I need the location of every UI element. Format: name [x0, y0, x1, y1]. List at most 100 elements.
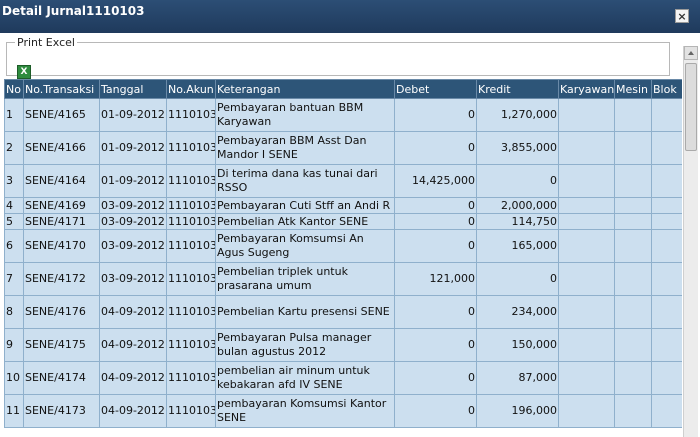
col-no-akun-cell: 1110103 [166, 213, 216, 230]
col-tanggal-cell: 04-09-2012 [99, 394, 167, 428]
col-keterangan-header[interactable]: Keterangan [215, 79, 395, 99]
col-tanggal-cell: 03-09-2012 [99, 229, 167, 263]
excel-export-icon[interactable]: X [17, 65, 31, 79]
col-keterangan-cell: Pembayaran bantuan BBM Karyawan [215, 98, 395, 132]
col-tanggal-cell: 04-09-2012 [99, 328, 167, 362]
col-no-transaksi-cell: SENE/4169 [23, 197, 100, 214]
col-kredit-cell: 3,855,000 [476, 131, 559, 165]
col-no-transaksi-cell: SENE/4174 [23, 361, 100, 395]
col-blok-header[interactable]: Blok [651, 79, 682, 99]
table-row[interactable]: 11 SENE/4173 04-09-2012 1110103 pembayaran K… [4, 394, 682, 428]
col-kredit-cell: 150,000 [476, 328, 559, 362]
vertical-scrollbar[interactable] [683, 46, 698, 437]
close-icon[interactable]: × [675, 9, 689, 23]
col-no-header[interactable]: No [4, 79, 24, 99]
col-kredit-cell: 1,270,000 [476, 98, 559, 132]
col-blok-cell [651, 229, 682, 263]
col-karyawan-cell [558, 98, 615, 132]
col-blok-cell [651, 361, 682, 395]
col-tanggal-cell: 01-09-2012 [99, 131, 167, 165]
col-tanggal-cell: 01-09-2012 [99, 164, 167, 198]
col-kredit-cell: 114,750 [476, 213, 559, 230]
col-debet-header[interactable]: Debet [394, 79, 477, 99]
window-content: Print Excel X No No.Transaksi Tanggal No.Ak… [0, 33, 700, 437]
col-no-transaksi-header[interactable]: No.Transaksi [23, 79, 100, 99]
col-no-transaksi-cell: SENE/4170 [23, 229, 100, 263]
col-keterangan-cell: Pembayaran BBM Asst Dan Mandor I SENE [215, 131, 395, 165]
col-no-transaksi-cell: SENE/4165 [23, 98, 100, 132]
col-karyawan-cell [558, 131, 615, 165]
journal-table: No No.Transaksi Tanggal No.Akun Keterangan De… [4, 79, 682, 428]
col-debet-cell: 0 [394, 295, 477, 329]
col-no-akun-cell: 1110103 [166, 361, 216, 395]
col-mesin-cell [614, 394, 652, 428]
col-keterangan-cell: pembayaran Komsumsi Kantor SENE [215, 394, 395, 428]
col-no-cell: 3 [4, 164, 24, 198]
table-row[interactable]: 8 SENE/4176 04-09-2012 1110103 Pembelian Kar… [4, 295, 682, 329]
col-tanggal-cell: 01-09-2012 [99, 98, 167, 132]
table-header-row: No No.Transaksi Tanggal No.Akun Keterangan De… [4, 79, 682, 99]
col-tanggal-cell: 04-09-2012 [99, 295, 167, 329]
col-tanggal-cell: 03-09-2012 [99, 262, 167, 296]
col-no-transaksi-cell: SENE/4166 [23, 131, 100, 165]
col-no-transaksi-cell: SENE/4172 [23, 262, 100, 296]
table-row[interactable]: 2 SENE/4166 01-09-2012 1110103 Pembayaran BB… [4, 131, 682, 165]
col-no-cell: 8 [4, 295, 24, 329]
col-keterangan-cell: Pembelian triplek untuk prasarana umum [215, 262, 395, 296]
col-mesin-header[interactable]: Mesin [614, 79, 652, 99]
col-no-akun-cell: 1110103 [166, 229, 216, 263]
col-no-akun-cell: 1110103 [166, 131, 216, 165]
col-blok-cell [651, 262, 682, 296]
col-keterangan-cell: Pembayaran Pulsa manager bulan agustus 2… [215, 328, 395, 362]
col-mesin-cell [614, 361, 652, 395]
col-tanggal-cell: 03-09-2012 [99, 197, 167, 214]
col-karyawan-header[interactable]: Karyawan [558, 79, 615, 99]
col-debet-cell: 0 [394, 197, 477, 214]
col-mesin-cell [614, 131, 652, 165]
col-no-akun-cell: 1110103 [166, 262, 216, 296]
col-keterangan-cell: Pembelian Atk Kantor SENE [215, 213, 395, 230]
col-karyawan-cell [558, 328, 615, 362]
col-mesin-cell [614, 164, 652, 198]
table-row[interactable]: 10 SENE/4174 04-09-2012 1110103 pembelian ai… [4, 361, 682, 395]
col-tanggal-cell: 04-09-2012 [99, 361, 167, 395]
col-mesin-cell [614, 262, 652, 296]
col-karyawan-cell [558, 229, 615, 263]
table-row[interactable]: 5 SENE/4171 03-09-2012 1110103 Pembelian Atk… [4, 213, 682, 230]
scroll-thumb[interactable] [685, 63, 697, 151]
col-mesin-cell [614, 197, 652, 214]
scroll-up-arrow-icon[interactable] [684, 46, 698, 60]
col-kredit-header[interactable]: Kredit [476, 79, 559, 99]
col-karyawan-cell [558, 197, 615, 214]
col-tanggal-header[interactable]: Tanggal [99, 79, 167, 99]
print-excel-group: Print Excel X [6, 36, 670, 79]
table-row[interactable]: 4 SENE/4169 03-09-2012 1110103 Pembayaran Cu… [4, 197, 682, 214]
table-row[interactable]: 3 SENE/4164 01-09-2012 1110103 Di terima dan… [4, 164, 682, 198]
col-no-transaksi-cell: SENE/4173 [23, 394, 100, 428]
col-kredit-cell: 0 [476, 262, 559, 296]
col-blok-cell [651, 164, 682, 198]
table-row[interactable]: 7 SENE/4172 03-09-2012 1110103 Pembelian tri… [4, 262, 682, 296]
col-blok-cell [651, 394, 682, 428]
col-no-transaksi-cell: SENE/4164 [23, 164, 100, 198]
col-debet-cell: 0 [394, 394, 477, 428]
col-keterangan-cell: Pembayaran Komsumsi An Agus Sugeng [215, 229, 395, 263]
col-keterangan-cell: pembelian air minum untuk kebakaran afd … [215, 361, 395, 395]
table-row[interactable]: 1 SENE/4165 01-09-2012 1110103 Pembayaran ba… [4, 98, 682, 132]
title-bar[interactable]: Detail Jurnal1110103 × [0, 0, 700, 33]
col-no-akun-header[interactable]: No.Akun [166, 79, 216, 99]
col-no-transaksi-cell: SENE/4171 [23, 213, 100, 230]
col-kredit-cell: 234,000 [476, 295, 559, 329]
col-debet-cell: 0 [394, 213, 477, 230]
col-kredit-cell: 165,000 [476, 229, 559, 263]
col-karyawan-cell [558, 295, 615, 329]
col-no-cell: 10 [4, 361, 24, 395]
col-no-cell: 9 [4, 328, 24, 362]
col-kredit-cell: 196,000 [476, 394, 559, 428]
col-keterangan-cell: Pembelian Kartu presensi SENE [215, 295, 395, 329]
window-title: Detail Jurnal1110103 [2, 4, 145, 18]
col-debet-cell: 0 [394, 98, 477, 132]
table-row[interactable]: 9 SENE/4175 04-09-2012 1110103 Pembayaran Pu… [4, 328, 682, 362]
col-debet-cell: 14,425,000 [394, 164, 477, 198]
table-row[interactable]: 6 SENE/4170 03-09-2012 1110103 Pembayaran Ko… [4, 229, 682, 263]
